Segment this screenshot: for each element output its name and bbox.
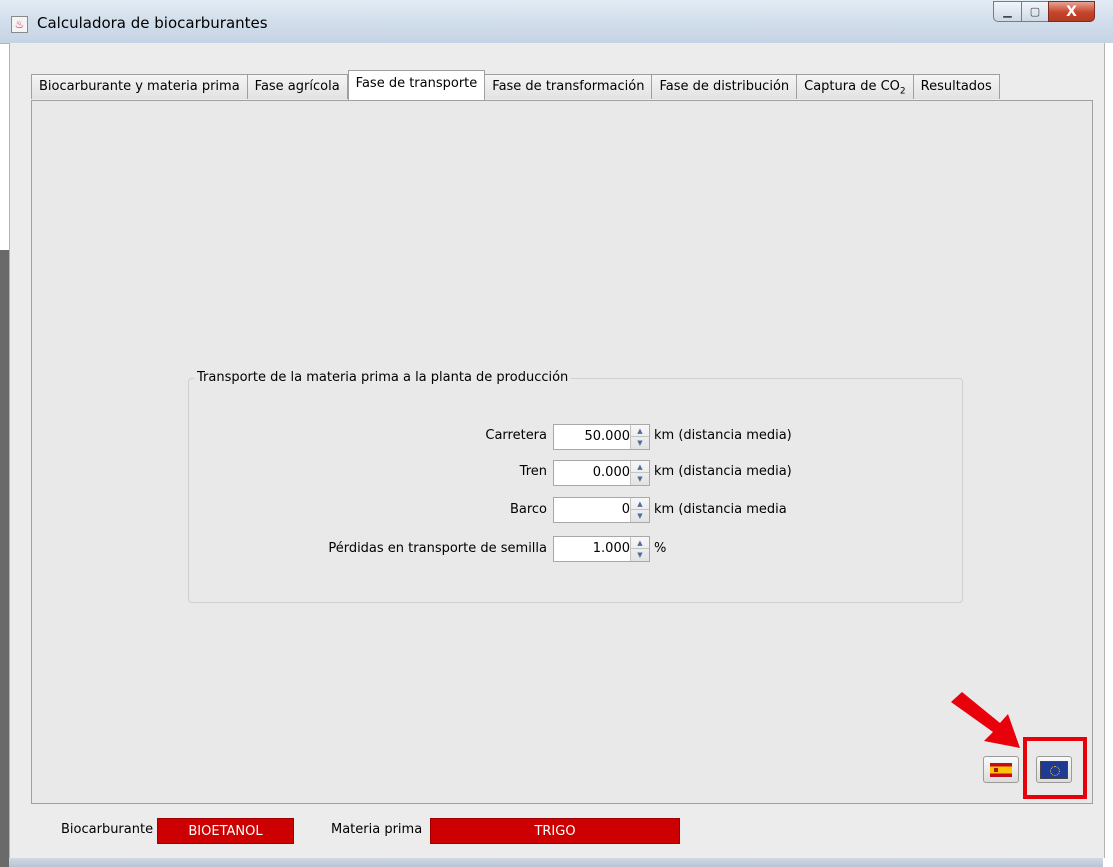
tren-increment-icon[interactable]: ▲ [631, 461, 649, 473]
java-app-icon: ♨ [11, 16, 28, 33]
carretera-unit: km (distancia media) [654, 428, 792, 443]
tab-captura-subscript: 2 [899, 86, 906, 97]
perdidas-spinner[interactable]: 1.000 ▲ ▼ [553, 536, 650, 562]
barco-label: Barco [509, 502, 547, 517]
app-window: ♨ Calculadora de biocarburantes ▁ ▢ X Bi… [0, 0, 1113, 867]
tren-unit: km (distancia media) [654, 464, 792, 479]
tab-captura-label: Captura de CO [804, 79, 900, 94]
carretera-value[interactable]: 50.000 [554, 425, 631, 449]
language-spanish-button[interactable] [983, 756, 1019, 783]
tab-bar: Biocarburante y materia prima Fase agríc… [31, 70, 1000, 100]
perdidas-value[interactable]: 1.000 [554, 537, 630, 561]
barco-value[interactable]: 0 [554, 498, 630, 522]
perdidas-label: Pérdidas en transporte de semilla [328, 541, 547, 556]
carretera-increment-icon[interactable]: ▲ [631, 425, 649, 437]
tab-resultados[interactable]: Resultados [913, 74, 1000, 99]
tab-biocarburante-materia-prima[interactable]: Biocarburante y materia prima [31, 74, 248, 99]
tab-fase-agricola[interactable]: Fase agrícola [247, 74, 348, 99]
tab-fase-distribucion[interactable]: Fase de distribución [652, 74, 798, 99]
barco-unit: km (distancia media [654, 502, 787, 517]
carretera-spinner[interactable]: 50.000 ▲ ▼ [553, 424, 650, 450]
tab-fase-transporte[interactable]: Fase de transporte [347, 70, 486, 100]
footer-biocarburante-label: Biocarburante [61, 822, 154, 837]
transport-group-box [188, 378, 963, 603]
barco-spinner[interactable]: 0 ▲ ▼ [553, 497, 650, 523]
flag-es-icon [990, 762, 1012, 777]
tab-captura-co2[interactable]: Captura de CO2 [797, 74, 914, 99]
footer-materia-label: Materia prima [331, 822, 423, 837]
tab-fase-transformacion[interactable]: Fase de transformación [485, 74, 653, 99]
minimize-button[interactable]: ▁ [993, 1, 1021, 22]
tren-spin-buttons: ▲ ▼ [630, 461, 649, 485]
tren-value[interactable]: 0.000 [554, 461, 630, 485]
red-arrow-icon [951, 692, 1020, 748]
carretera-label: Carretera [485, 428, 547, 443]
title-bar: ♨ Calculadora de biocarburantes ▁ ▢ X [0, 0, 1113, 44]
close-button[interactable]: X [1048, 1, 1095, 22]
maximize-button[interactable]: ▢ [1021, 1, 1048, 22]
barco-decrement-icon[interactable]: ▼ [631, 510, 649, 522]
tren-decrement-icon[interactable]: ▼ [631, 473, 649, 485]
tren-label: Tren [519, 464, 547, 479]
perdidas-increment-icon[interactable]: ▲ [631, 537, 649, 549]
perdidas-decrement-icon[interactable]: ▼ [631, 549, 649, 561]
window-left-edge [0, 250, 9, 867]
window-title: Calculadora de biocarburantes [37, 14, 268, 32]
perdidas-spin-buttons: ▲ ▼ [630, 537, 649, 561]
footer-materia-value: TRIGO [430, 818, 680, 844]
carretera-spin-buttons: ▲ ▼ [630, 425, 649, 449]
window-controls: ▁ ▢ X [993, 1, 1095, 22]
window-bottom-edge [9, 858, 1103, 867]
transport-group-title: Transporte de la materia prima a la plan… [194, 370, 572, 385]
carretera-decrement-icon[interactable]: ▼ [631, 437, 649, 449]
footer-biocarburante-value: BIOETANOL [157, 818, 294, 844]
barco-spin-buttons: ▲ ▼ [630, 498, 649, 522]
perdidas-unit: % [654, 541, 667, 556]
barco-increment-icon[interactable]: ▲ [631, 498, 649, 510]
highlight-box [1023, 737, 1087, 799]
tren-spinner[interactable]: 0.000 ▲ ▼ [553, 460, 650, 486]
